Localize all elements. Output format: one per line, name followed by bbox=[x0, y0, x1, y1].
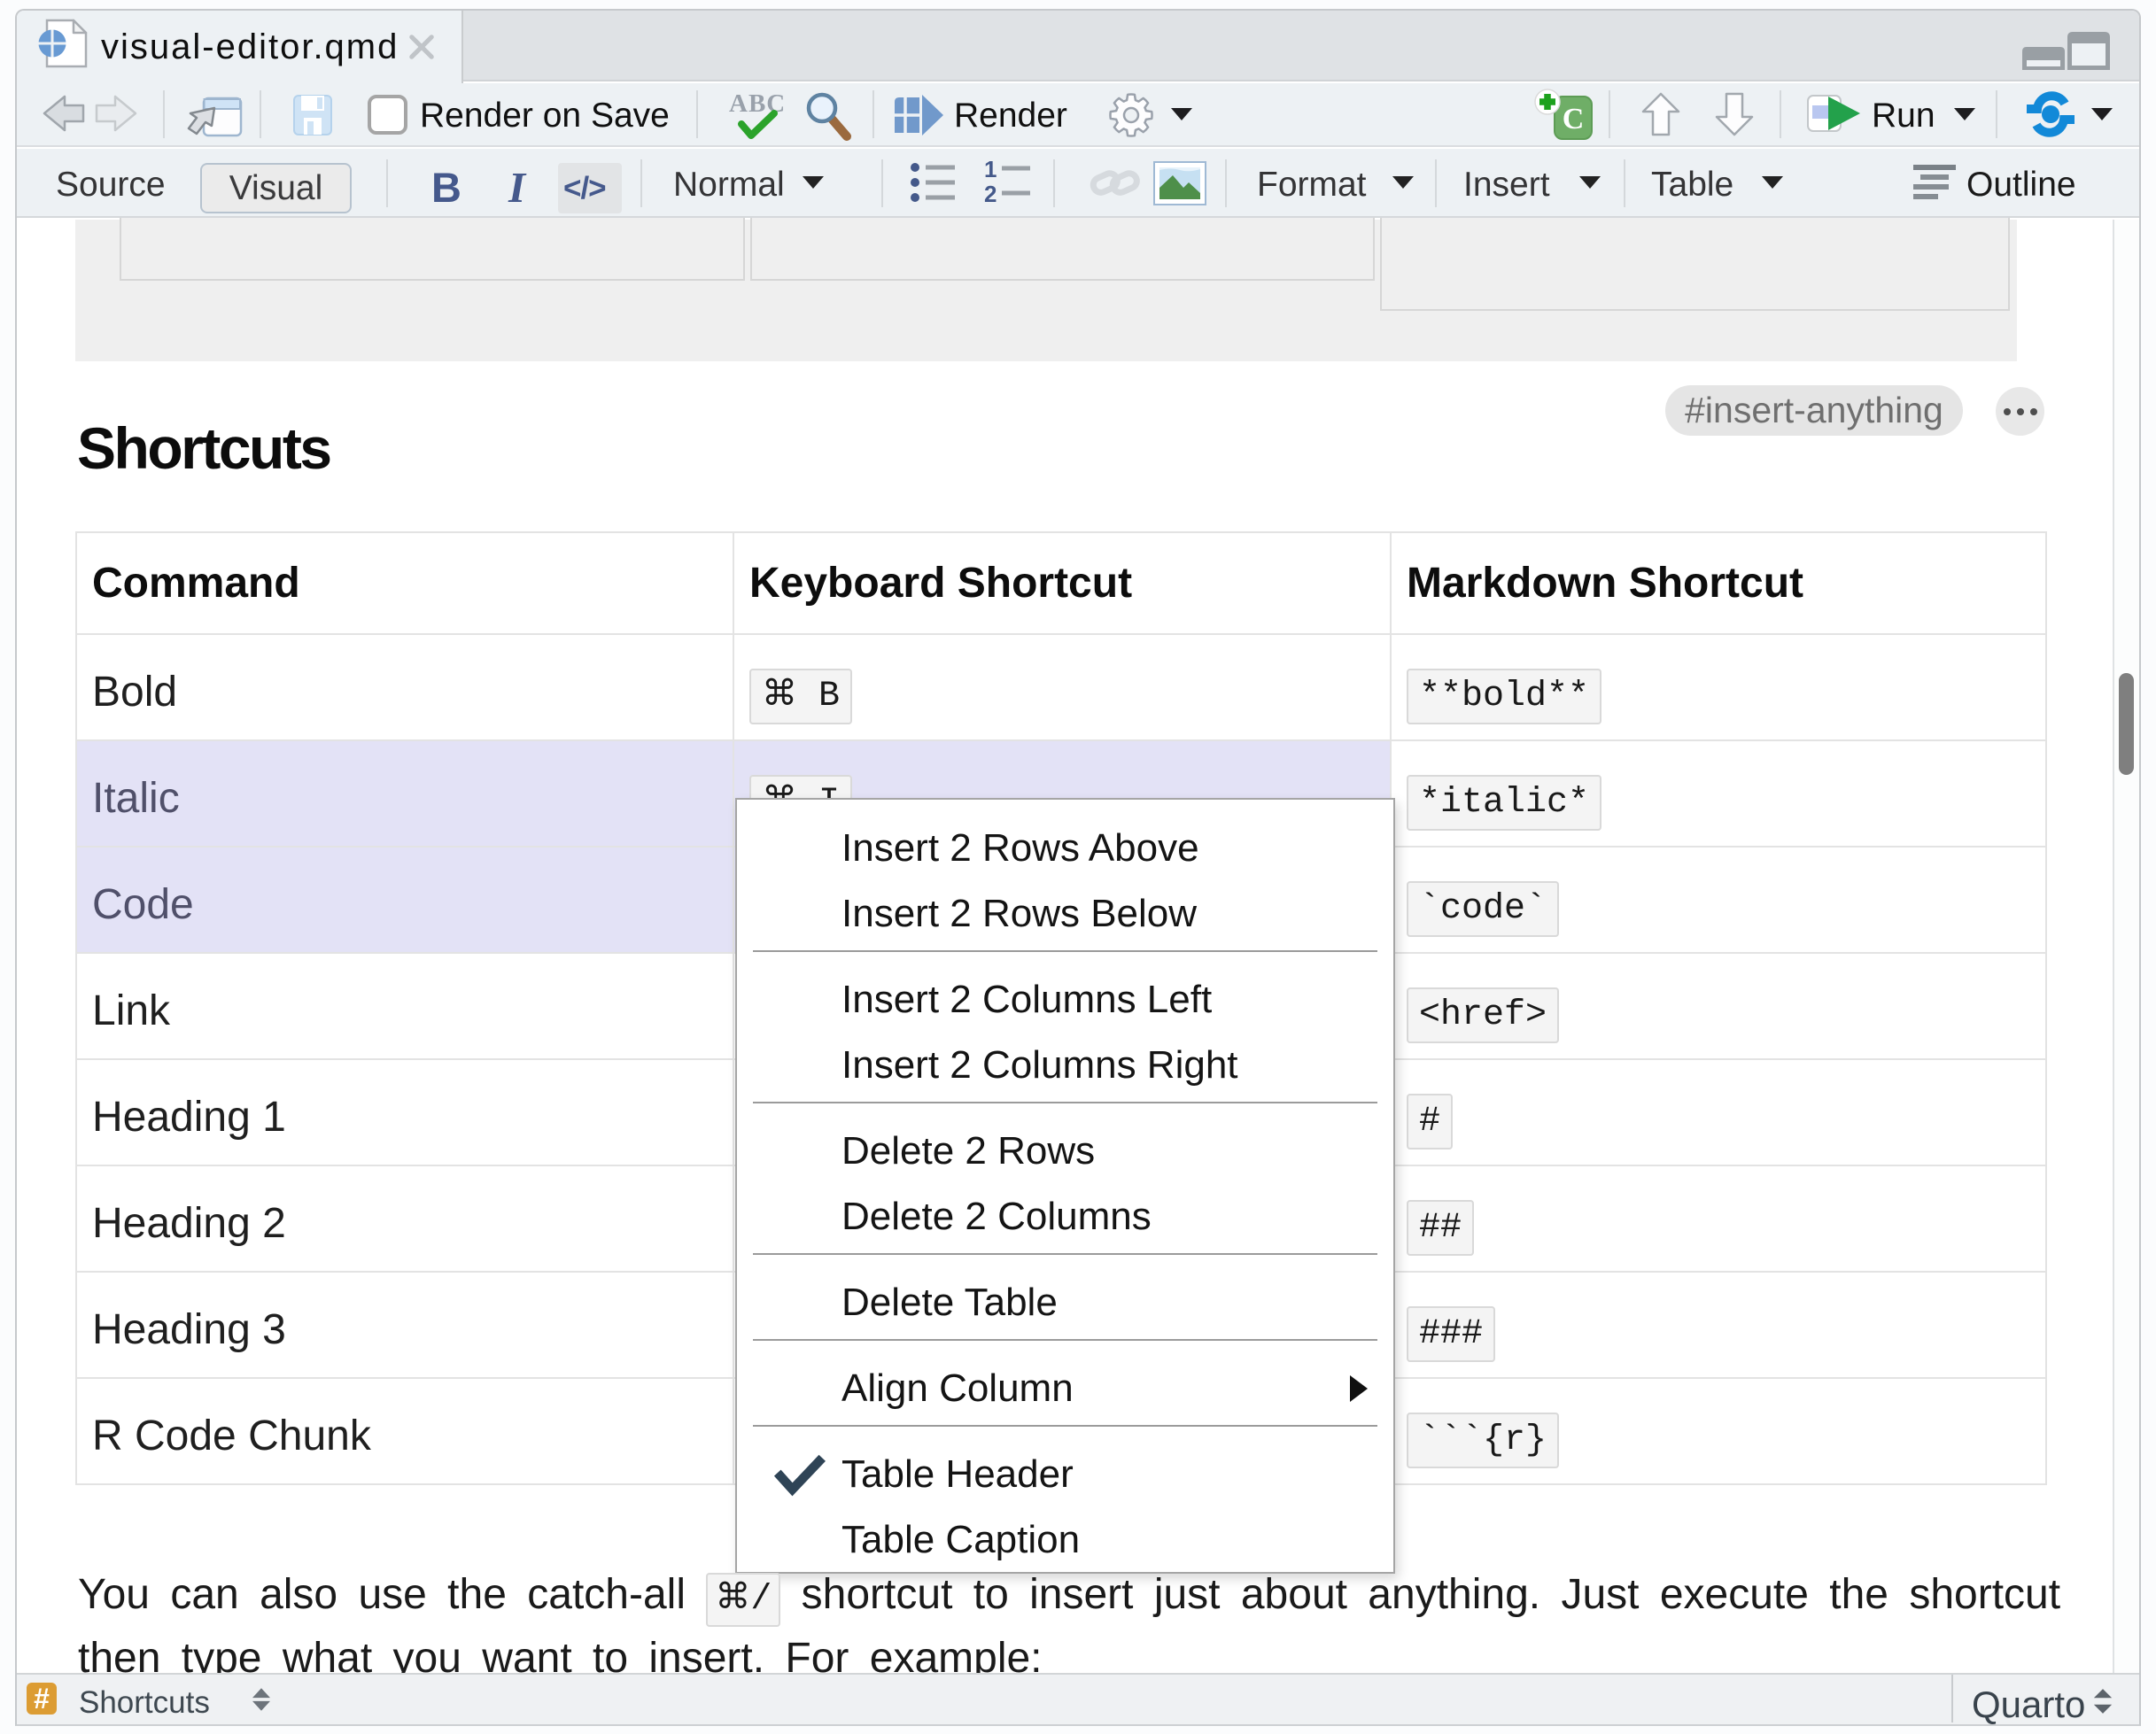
svg-text:C: C bbox=[1563, 103, 1585, 135]
svg-text:2: 2 bbox=[984, 181, 997, 207]
svg-text:1: 1 bbox=[984, 156, 997, 182]
